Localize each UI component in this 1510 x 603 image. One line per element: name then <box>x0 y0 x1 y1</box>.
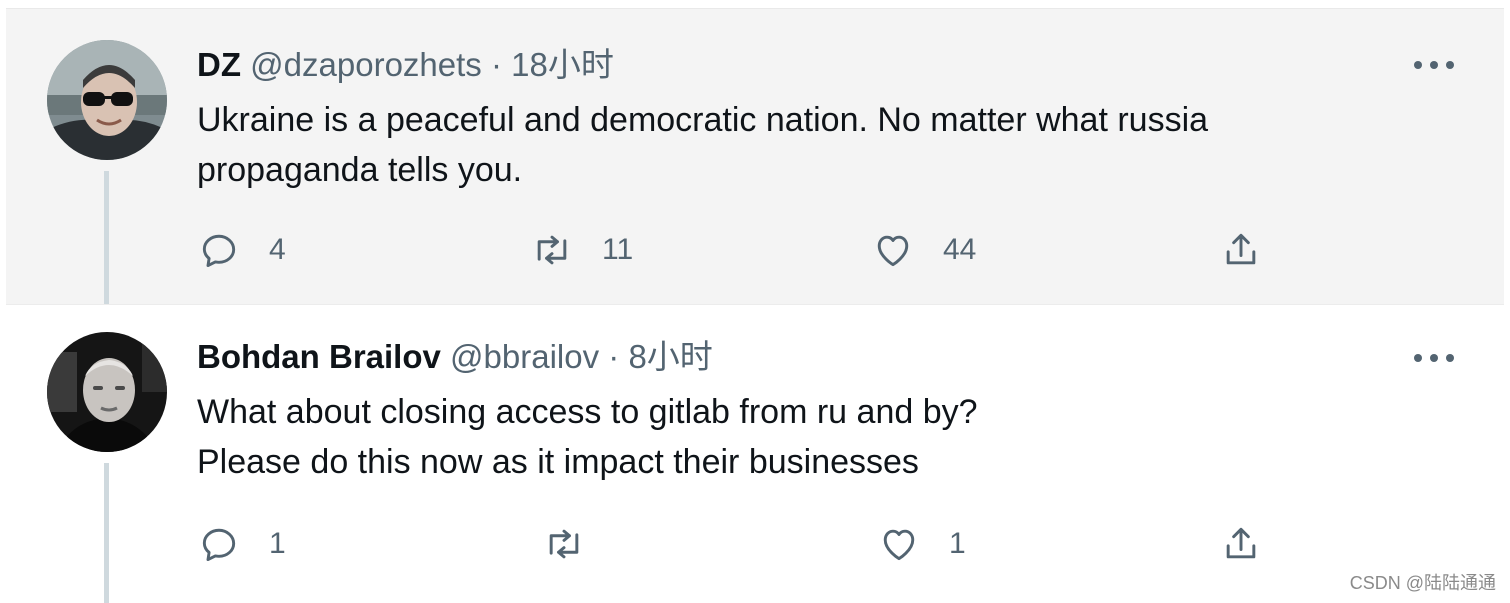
reply-icon <box>202 234 236 268</box>
thread-line <box>104 171 109 304</box>
retweet-button[interactable]: 11 <box>530 225 633 275</box>
share-icon <box>1226 233 1256 265</box>
thread-line <box>104 463 109 603</box>
reply-icon <box>202 528 236 562</box>
share-button[interactable] <box>1219 225 1263 275</box>
reply-button[interactable]: 4 <box>197 225 286 275</box>
tweet-text: What about closing access to gitlab from… <box>197 387 1377 487</box>
tweet-text-line: Ukraine is a peaceful and democratic nat… <box>197 101 1209 139</box>
more-icon[interactable] <box>1414 53 1454 77</box>
display-name[interactable]: Bohdan Brailov <box>197 338 441 375</box>
reply-button[interactable]: 1 <box>197 519 286 569</box>
tweet-card[interactable]: Bohdan Brailov @bbrailov · 8小时 What abou… <box>6 304 1504 603</box>
tweet-header: Bohdan Brailov @bbrailov · 8小时 <box>197 337 713 377</box>
like-icon <box>877 235 909 267</box>
like-button[interactable]: 1 <box>877 519 966 569</box>
separator-dot: · <box>608 338 620 375</box>
user-handle[interactable]: @dzaporozhets <box>250 46 482 83</box>
retweet-icon <box>537 235 567 265</box>
user-handle[interactable]: @bbrailov <box>450 338 599 375</box>
retweet-button[interactable] <box>542 519 614 569</box>
action-bar: 1 1 <box>197 519 1297 569</box>
tweet-text: Ukraine is a peaceful and democratic nat… <box>197 95 1377 195</box>
retweet-icon <box>549 529 579 559</box>
watermark: CSDN @陆陆通通 <box>1349 573 1496 593</box>
tweet-header: DZ @dzaporozhets · 18小时 <box>197 45 614 85</box>
display-name[interactable]: DZ <box>197 46 241 83</box>
avatar[interactable] <box>47 332 167 452</box>
like-button[interactable]: 44 <box>871 225 976 275</box>
reply-count: 4 <box>269 233 286 266</box>
reply-count: 1 <box>269 527 286 560</box>
more-icon[interactable] <box>1414 346 1454 370</box>
timestamp[interactable]: 18小时 <box>511 46 614 83</box>
tweet-card[interactable]: DZ @dzaporozhets · 18小时 Ukraine is a pea… <box>6 8 1504 304</box>
tweet-text-line: What about closing access to gitlab from… <box>197 393 978 431</box>
share-button[interactable] <box>1219 519 1263 569</box>
retweet-count: 11 <box>602 233 634 266</box>
like-count: 44 <box>943 233 977 266</box>
tweet-text-line: Please do this now as it impact their bu… <box>197 443 919 481</box>
action-bar: 4 11 44 <box>197 225 1297 275</box>
like-count: 1 <box>949 527 966 560</box>
timestamp[interactable]: 8小时 <box>628 338 712 375</box>
avatar[interactable] <box>47 40 167 160</box>
tweet-text-line: propaganda tells you. <box>197 151 523 189</box>
like-icon <box>883 529 915 561</box>
reply-thread: DZ @dzaporozhets · 18小时 Ukraine is a pea… <box>0 0 1510 603</box>
share-icon <box>1226 527 1256 559</box>
separator-dot: · <box>490 46 502 83</box>
